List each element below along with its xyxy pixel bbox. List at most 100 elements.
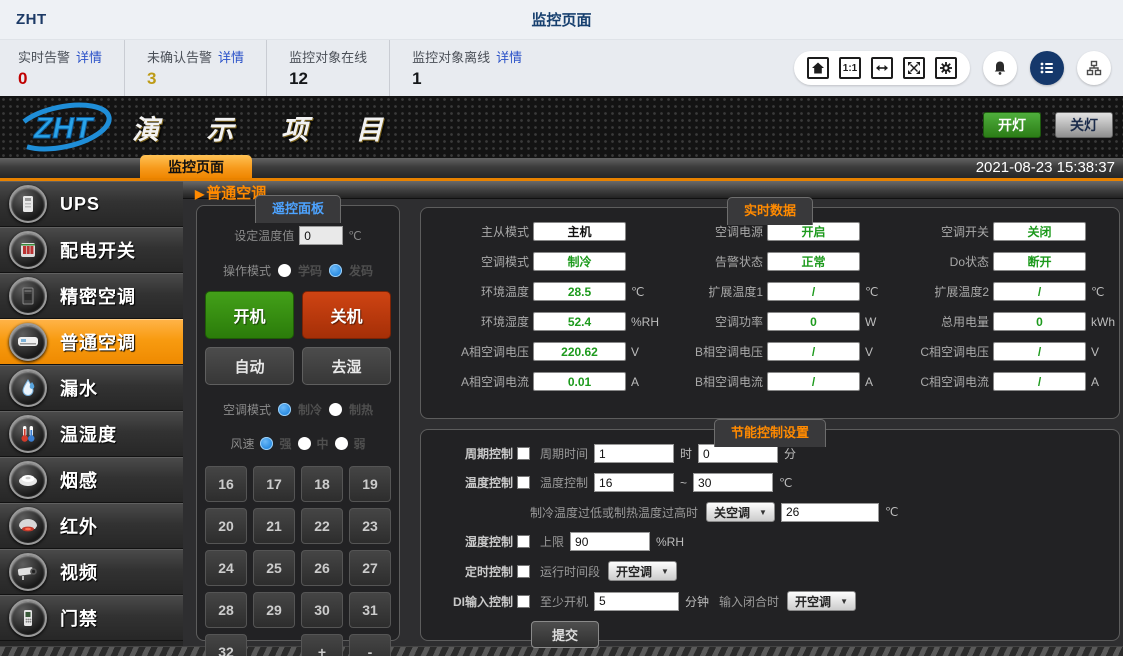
realtime-cell: 主从模式主机 — [425, 222, 659, 241]
power-on-button[interactable]: 开机 — [205, 291, 294, 339]
stat-label: 未确认告警 — [147, 50, 212, 65]
toolbar: 1:1 — [794, 40, 1123, 96]
sidebar-item-ordinary-ac[interactable]: 普通空调 — [0, 319, 183, 365]
sidebar-item-temp-humidity[interactable]: 温湿度 — [0, 411, 183, 457]
temp-button[interactable]: 28 — [205, 592, 247, 628]
radio-cooling[interactable] — [278, 403, 291, 416]
fan-speed-label: 风速 — [230, 435, 254, 452]
stat-realtime-alarm: 实时告警详情 0 — [14, 40, 125, 96]
temp-button[interactable]: 32 — [205, 634, 247, 656]
realtime-cell: C相空调电压/V — [885, 342, 1115, 361]
auto-button[interactable]: 自动 — [205, 347, 294, 385]
temp-button[interactable]: 30 — [301, 592, 343, 628]
temp-button[interactable]: 17 — [253, 466, 295, 502]
water-leak-icon — [9, 369, 47, 407]
di-control-checkbox[interactable] — [517, 595, 530, 608]
realtime-cell: A相空调电流0.01A — [425, 372, 659, 391]
sidebar-item-smoke[interactable]: 烟感 — [0, 457, 183, 503]
radio-fan-medium[interactable] — [298, 437, 311, 450]
sidebar-item-video[interactable]: 视频 — [0, 549, 183, 595]
di-minutes-input[interactable] — [594, 592, 679, 611]
settings-icon[interactable] — [935, 57, 957, 79]
one-to-one-icon[interactable]: 1:1 — [839, 57, 861, 79]
top-bar: ZHT 监控页面 — [0, 0, 1123, 40]
realtime-cell: 空调功率0W — [659, 312, 885, 331]
cycle-hour-input[interactable] — [594, 444, 674, 463]
offline-detail-link[interactable]: 详情 — [496, 50, 522, 65]
submit-button[interactable]: 提交 — [531, 621, 599, 648]
stats-bar: 实时告警详情 0 未确认告警详情 3 监控对象在线 12 监控对象离线详情 1 … — [0, 40, 1123, 96]
temp-button[interactable]: 19 — [349, 466, 391, 502]
radio-send-code[interactable] — [329, 264, 342, 277]
timer-control-checkbox[interactable] — [517, 565, 530, 578]
temp-button[interactable]: 25 — [253, 550, 295, 586]
sidebar-item-infrared[interactable]: 红外 — [0, 503, 183, 549]
radio-learn-code[interactable] — [278, 264, 291, 277]
temp-button[interactable]: 24 — [205, 550, 247, 586]
realtime-alarm-detail-link[interactable]: 详情 — [76, 50, 102, 65]
value-box: / — [767, 372, 860, 391]
light-on-button[interactable]: 开灯 — [983, 112, 1041, 138]
sidebar-item-water-leak[interactable]: 漏水 — [0, 365, 183, 411]
home-icon[interactable] — [807, 57, 829, 79]
humidity-control-checkbox[interactable] — [517, 535, 530, 548]
energy-panel-tab: 节能控制设置 — [714, 419, 826, 447]
list-icon[interactable] — [1030, 51, 1064, 85]
sidebar-item-ups[interactable]: UPS — [0, 181, 183, 227]
realtime-cell: 空调模式制冷 — [425, 252, 659, 271]
fit-width-icon[interactable] — [871, 57, 893, 79]
cycle-control-checkbox[interactable] — [517, 447, 530, 460]
temp-control-checkbox[interactable] — [517, 476, 530, 489]
energy-control-panel: 节能控制设置 周期控制 周期时间 时 分 温度控制 温度控制 ~ ℃ — [420, 429, 1120, 641]
temp-button[interactable]: 20 — [205, 508, 247, 544]
realtime-cell: C相空调电流/A — [885, 372, 1115, 391]
stat-label: 实时告警 — [18, 50, 70, 65]
realtime-panel-tab: 实时数据 — [727, 197, 813, 225]
op-mode-label: 操作模式 — [223, 262, 271, 279]
set-temp-input[interactable] — [299, 226, 343, 245]
temp-button[interactable]: 26 — [301, 550, 343, 586]
temp-button[interactable]: 16 — [205, 466, 247, 502]
timer-control-row: 定时控制 运行时间段 开空调▼ — [441, 561, 1119, 581]
radio-heating[interactable] — [329, 403, 342, 416]
temp-plus-button[interactable]: + — [301, 634, 343, 656]
value-box: 0 — [993, 312, 1086, 331]
temp-over-value-input[interactable] — [781, 503, 879, 522]
humidity-limit-input[interactable] — [570, 532, 650, 551]
temp-over-action-select[interactable]: 关空调▼ — [706, 502, 775, 522]
timer-action-select[interactable]: 开空调▼ — [608, 561, 677, 581]
temp-button[interactable]: 22 — [301, 508, 343, 544]
temp-button[interactable]: 27 — [349, 550, 391, 586]
dehumidify-button[interactable]: 去湿 — [302, 347, 391, 385]
tab-monitor-page[interactable]: 监控页面 — [140, 155, 252, 178]
temp-high-input[interactable] — [693, 473, 773, 492]
light-off-button[interactable]: 关灯 — [1055, 112, 1113, 138]
temp-minus-button[interactable]: - — [349, 634, 391, 656]
temp-button[interactable]: 21 — [253, 508, 295, 544]
radio-fan-high[interactable] — [260, 437, 273, 450]
sidebar-item-power-switch[interactable]: 配电开关 — [0, 227, 183, 273]
ups-icon — [9, 185, 47, 223]
fullscreen-icon[interactable] — [903, 57, 925, 79]
temp-button[interactable]: 29 — [253, 592, 295, 628]
value-box: / — [993, 282, 1086, 301]
temp-button[interactable]: 18 — [301, 466, 343, 502]
power-off-button[interactable]: 关机 — [302, 291, 391, 339]
realtime-cell: 环境湿度52.4%RH — [425, 312, 659, 331]
set-temp-label: 设定温度值 — [234, 227, 294, 244]
sidebar-item-door-access[interactable]: 门禁 — [0, 595, 183, 641]
realtime-cell: 告警状态正常 — [659, 252, 885, 271]
temp-low-input[interactable] — [594, 473, 674, 492]
value-box: 关闭 — [993, 222, 1086, 241]
temp-button[interactable]: 23 — [349, 508, 391, 544]
logo-text: ZHT — [33, 112, 95, 145]
di-action-select[interactable]: 开空调▼ — [787, 591, 856, 611]
unconfirmed-alarm-detail-link[interactable]: 详情 — [218, 50, 244, 65]
wall-ac-icon — [9, 323, 47, 361]
sidebar-item-precision-ac[interactable]: 精密空调 — [0, 273, 183, 319]
temp-button[interactable]: 31 — [349, 592, 391, 628]
radio-fan-low[interactable] — [335, 437, 348, 450]
topology-icon[interactable] — [1077, 51, 1111, 85]
bell-icon[interactable] — [983, 51, 1017, 85]
value-box: 主机 — [533, 222, 626, 241]
